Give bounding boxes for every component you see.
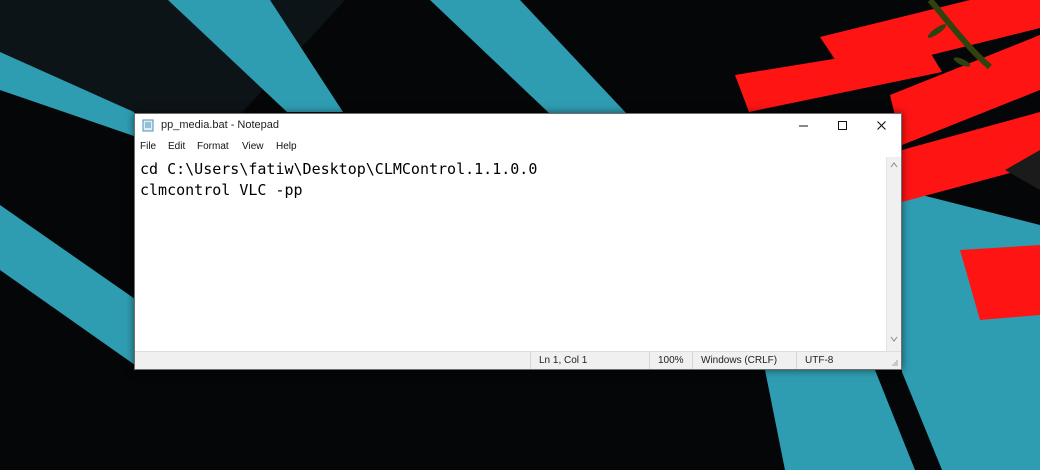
desktop-background: pp_media.bat - Notepad File Edit Format bbox=[0, 0, 1040, 470]
close-button[interactable] bbox=[862, 114, 901, 137]
encoding: UTF-8 bbox=[805, 355, 834, 366]
menu-bar: File Edit Format View Help bbox=[135, 137, 901, 157]
menu-edit[interactable]: Edit bbox=[168, 141, 185, 153]
minimize-icon bbox=[799, 125, 808, 127]
menu-view[interactable]: View bbox=[242, 141, 264, 153]
close-icon bbox=[877, 121, 886, 130]
window-title: pp_media.bat - Notepad bbox=[161, 119, 280, 131]
status-divider bbox=[649, 352, 650, 369]
editor-line[interactable]: clmcontrol VLC -pp bbox=[140, 181, 303, 199]
vertical-scrollbar[interactable] bbox=[886, 157, 901, 351]
zoom-level: 100% bbox=[658, 355, 684, 366]
status-divider bbox=[692, 352, 693, 369]
menu-file[interactable]: File bbox=[140, 141, 156, 153]
cursor-position: Ln 1, Col 1 bbox=[539, 355, 588, 366]
menu-help[interactable]: Help bbox=[276, 141, 297, 153]
scroll-down-icon[interactable] bbox=[890, 335, 898, 343]
title-bar[interactable]: pp_media.bat - Notepad bbox=[135, 114, 901, 137]
resize-grip-icon[interactable] bbox=[891, 359, 899, 367]
notepad-window[interactable]: pp_media.bat - Notepad File Edit Format bbox=[134, 113, 902, 370]
maximize-button[interactable] bbox=[823, 114, 862, 137]
maximize-icon bbox=[838, 121, 847, 130]
status-divider bbox=[530, 352, 531, 369]
minimize-button[interactable] bbox=[784, 114, 823, 137]
notepad-icon bbox=[142, 119, 154, 132]
line-ending: Windows (CRLF) bbox=[701, 355, 778, 366]
status-bar: Ln 1, Col 1 100% Windows (CRLF) UTF-8 bbox=[135, 351, 901, 369]
editor-line[interactable]: cd C:\Users\fatiw\Desktop\CLMControl.1.1… bbox=[140, 160, 537, 178]
status-divider bbox=[796, 352, 797, 369]
scroll-up-icon[interactable] bbox=[890, 161, 898, 169]
text-editor[interactable]: cd C:\Users\fatiw\Desktop\CLMControl.1.1… bbox=[135, 157, 886, 351]
menu-format[interactable]: Format bbox=[197, 141, 229, 153]
